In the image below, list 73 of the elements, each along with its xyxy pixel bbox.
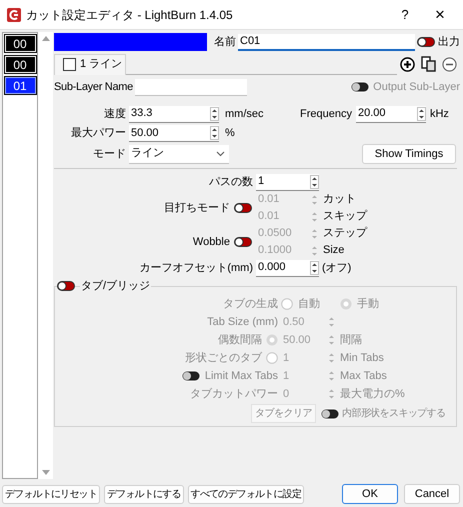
field-label: タブカットパワー <box>189 386 279 402</box>
checkbox[interactable] <box>63 58 76 71</box>
window-title: カット設定エディタ - LightBurn 1.4.05 <box>26 6 234 24</box>
spin-arrows[interactable] <box>310 260 319 274</box>
name-field[interactable]: C01 <box>238 34 415 50</box>
copy-icon[interactable] <box>421 56 436 72</box>
toggle-switch[interactable] <box>234 203 252 213</box>
footer-button[interactable]: すべてのデフォルトに設定 <box>188 484 304 504</box>
scroll-down-icon[interactable] <box>42 470 50 475</box>
remove-icon[interactable] <box>442 56 457 72</box>
layer-item[interactable]: 01 <box>4 77 36 94</box>
field-label: 名前 <box>214 34 237 50</box>
field-label: パスの数 <box>208 174 254 190</box>
field-label: Max Tabs <box>340 368 387 384</box>
tab-label: 1 ライン <box>80 57 122 72</box>
help-button[interactable]: ? <box>390 4 420 24</box>
spin-arrows[interactable] <box>310 174 319 188</box>
field-label: 内部形状をスキップする <box>342 406 446 421</box>
field-label: 形状ごとのタブ <box>185 350 262 366</box>
sublayer-name-field[interactable] <box>134 78 247 96</box>
field-label: Output Sub-Layer <box>373 80 460 95</box>
field-label: Size <box>323 243 344 258</box>
field-label: Tab Size (mm) <box>206 314 279 330</box>
field-label: スキップ <box>323 208 367 224</box>
field-label: Wobble <box>192 234 230 250</box>
toggle-switch[interactable] <box>417 37 435 47</box>
spin-arrows[interactable] <box>210 126 219 140</box>
field-label: 速度 <box>103 106 127 122</box>
field-label: 間隔 <box>340 332 362 348</box>
footer-button[interactable]: デフォルトにリセット <box>2 484 100 504</box>
field-label: Sub-Layer Name <box>54 80 133 95</box>
field-label: % <box>225 126 235 142</box>
mode-dropdown[interactable]: ライン <box>129 144 229 164</box>
scroll-up-icon[interactable] <box>42 36 50 41</box>
close-button[interactable]: × <box>420 2 460 28</box>
spin-box[interactable]: 33.3 <box>129 106 219 122</box>
sublayer-tab[interactable]: 1 ライン <box>54 54 126 74</box>
field-label: ステップ <box>323 226 367 242</box>
field-label: Frequency <box>300 106 352 122</box>
layer-item[interactable]: 00 <box>4 35 36 52</box>
layer-color-bar[interactable] <box>54 33 207 51</box>
field-label: タブの生成 <box>222 296 279 312</box>
spin-box[interactable]: 0.000 <box>256 260 319 276</box>
spin-box[interactable]: 50.00 <box>129 125 219 142</box>
field-label: Min Tabs <box>340 350 384 366</box>
footer-button[interactable]: デフォルトにする <box>104 484 184 504</box>
ok-button[interactable]: OK <box>342 484 398 504</box>
chevron-down-icon[interactable] <box>216 150 225 156</box>
cancel-button[interactable]: Cancel <box>404 484 460 504</box>
add-icon[interactable] <box>400 56 415 72</box>
spin-box[interactable]: 1 <box>256 174 319 190</box>
field-label: 最大電力の% <box>340 386 405 402</box>
field-label: カーフオフセット(mm) <box>138 260 254 276</box>
field-label: 最大パワー <box>70 126 127 142</box>
scrollbar[interactable] <box>38 32 53 479</box>
app-logo-icon <box>7 8 21 22</box>
field-label: モード <box>92 146 127 162</box>
field-label: カット <box>323 192 356 208</box>
field-label: mm/sec <box>225 106 264 122</box>
option-label: 自動 <box>298 296 320 312</box>
spin-box[interactable]: 20.00 <box>356 106 426 122</box>
show-timings-button[interactable]: Show Timings <box>362 144 456 164</box>
field-label: 目打ちモード <box>164 200 230 216</box>
field-label: Limit Max Tabs <box>204 368 278 384</box>
field-label: (オフ) <box>322 260 352 276</box>
spin-arrows[interactable] <box>210 106 219 120</box>
field-label: 出力 <box>438 34 460 50</box>
spin-arrows[interactable] <box>416 106 426 120</box>
field-label: kHz <box>430 106 449 122</box>
option-label: 手動 <box>357 296 379 312</box>
field-label: 偶数間隔 <box>218 332 262 348</box>
toggle-switch[interactable] <box>234 237 252 247</box>
layer-item[interactable]: 00 <box>4 56 36 73</box>
